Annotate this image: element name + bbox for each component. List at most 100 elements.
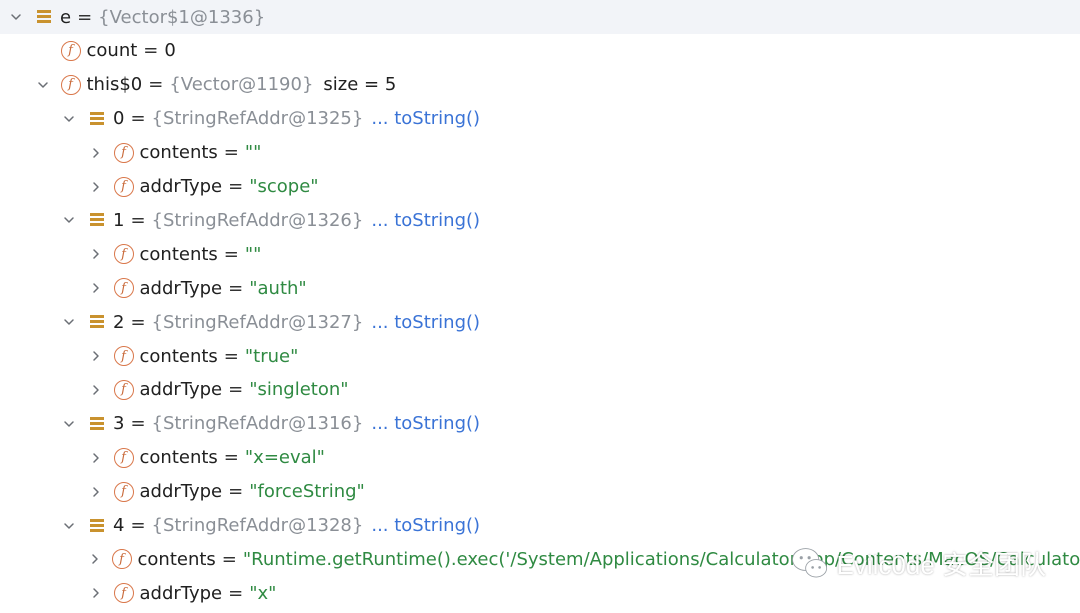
- tree-row[interactable]: 1 = {StringRefAddr@1326} ... toString(): [0, 203, 1080, 237]
- chevron-right-icon[interactable]: [88, 382, 104, 398]
- tostring-link[interactable]: ... toString(): [371, 413, 480, 434]
- equals-sign: =: [228, 582, 244, 604]
- chevron-right-icon[interactable]: [88, 246, 104, 262]
- tostring-link[interactable]: ... toString(): [371, 515, 480, 536]
- equals-sign: =: [223, 447, 239, 469]
- variable-value: "scope": [249, 176, 319, 197]
- variable-name: addrType: [139, 379, 223, 401]
- chevron-down-icon[interactable]: [61, 518, 77, 534]
- field-icon: f: [60, 74, 81, 95]
- variable-value: 0: [164, 40, 176, 62]
- tree-row[interactable]: f addrType = "auth": [0, 271, 1080, 305]
- chevron-right-icon[interactable]: [88, 179, 104, 195]
- chevron-down-icon[interactable]: [35, 77, 51, 93]
- array-icon: [87, 516, 107, 536]
- array-icon: [87, 210, 107, 230]
- variable-name: addrType: [139, 277, 223, 299]
- tree-row[interactable]: f contents = "true": [0, 339, 1080, 373]
- tree-row[interactable]: 2 = {StringRefAddr@1327} ... toString(): [0, 305, 1080, 339]
- chevron-right-icon[interactable]: [88, 484, 104, 500]
- array-icon: [87, 312, 107, 332]
- variable-value: "x": [249, 582, 277, 604]
- chevron-down-icon[interactable]: [61, 212, 77, 228]
- tree-row[interactable]: e = {Vector$1@1336}: [0, 0, 1080, 34]
- chevron-down-icon[interactable]: [8, 9, 24, 25]
- field-icon: f: [113, 142, 134, 163]
- tree-row[interactable]: f this$0 = {Vector@1190} size = 5: [0, 68, 1080, 102]
- tree-row[interactable]: f addrType = "singleton": [0, 373, 1080, 407]
- tree-row[interactable]: f contents = "": [0, 136, 1080, 170]
- chevron-right-icon[interactable]: [88, 280, 104, 296]
- tostring-link[interactable]: ... toString(): [371, 210, 480, 231]
- chevron-down-icon[interactable]: [61, 314, 77, 330]
- variable-name: 2: [113, 311, 125, 333]
- watermark: Evilc0de 安全团队: [789, 542, 1047, 584]
- variable-name: 4: [113, 515, 125, 536]
- variable-name: addrType: [139, 481, 223, 503]
- chevron-down-icon[interactable]: [61, 416, 77, 432]
- tree-row[interactable]: f contents = "": [0, 237, 1080, 271]
- chevron-down-icon[interactable]: [61, 111, 77, 127]
- collection-size: size = 5: [323, 74, 397, 96]
- object-reference: {StringRefAddr@1328}: [151, 515, 364, 536]
- variable-value: "": [244, 142, 262, 164]
- field-icon: f: [113, 176, 134, 197]
- field-icon: f: [113, 244, 134, 265]
- equals-sign: =: [130, 108, 146, 130]
- equals-sign: =: [228, 481, 244, 503]
- variable-name: addrType: [139, 176, 223, 197]
- tree-row[interactable]: f addrType = "forceString": [0, 475, 1080, 509]
- object-reference: {StringRefAddr@1326}: [151, 209, 364, 231]
- tree-row[interactable]: f count = 0: [0, 34, 1080, 68]
- tree-row[interactable]: 4 = {StringRefAddr@1328} ... toString(): [0, 509, 1080, 543]
- watermark-text: Evilc0de 安全团队: [836, 549, 1047, 580]
- equals-sign: =: [228, 176, 244, 197]
- variable-name: 0: [113, 108, 125, 130]
- variable-name: addrType: [139, 582, 223, 604]
- tree-row[interactable]: 3 = {StringRefAddr@1316} ... toString(): [0, 407, 1080, 441]
- chevron-right-icon[interactable]: [88, 145, 104, 161]
- array-icon: [34, 7, 54, 27]
- variable-value: "true": [244, 345, 299, 367]
- variable-name: contents: [139, 243, 218, 265]
- equals-sign: =: [130, 311, 146, 333]
- field-icon: f: [113, 346, 134, 366]
- object-reference: {StringRefAddr@1316}: [151, 413, 364, 435]
- variable-name: 3: [113, 413, 125, 435]
- equals-sign: =: [130, 515, 146, 536]
- equals-sign: =: [228, 379, 244, 401]
- field-icon: f: [113, 481, 134, 502]
- chevron-right-icon[interactable]: [88, 450, 104, 466]
- chevron-right-icon[interactable]: [88, 585, 104, 601]
- equals-sign: =: [130, 209, 146, 231]
- tostring-link[interactable]: ... toString(): [371, 312, 480, 333]
- object-reference: {Vector@1190}: [169, 74, 314, 96]
- equals-sign: =: [143, 40, 159, 62]
- variable-name: this$0: [86, 74, 143, 96]
- variable-name: contents: [139, 345, 218, 367]
- variable-name: contents: [139, 447, 218, 469]
- equals-sign: =: [223, 243, 239, 265]
- equals-sign: =: [221, 548, 237, 570]
- array-icon: [87, 414, 107, 434]
- equals-sign: =: [228, 277, 244, 299]
- chevron-right-icon[interactable]: [88, 551, 102, 567]
- object-reference: {StringRefAddr@1327}: [151, 311, 364, 333]
- field-icon: f: [113, 379, 134, 400]
- object-reference: {Vector$1@1336}: [98, 6, 266, 28]
- variable-name: e: [60, 6, 72, 28]
- tree-row[interactable]: f addrType = "scope": [0, 170, 1080, 204]
- equals-sign: =: [130, 413, 146, 435]
- equals-sign: =: [77, 6, 93, 28]
- equals-sign: =: [223, 142, 239, 164]
- variable-name: contents: [137, 548, 216, 570]
- chevron-right-icon[interactable]: [88, 348, 104, 364]
- field-icon: f: [113, 278, 134, 299]
- field-icon: f: [113, 583, 134, 604]
- tostring-link[interactable]: ... toString(): [371, 108, 480, 129]
- field-icon: f: [113, 447, 134, 468]
- tree-row[interactable]: f contents = "x=eval": [0, 441, 1080, 475]
- field-icon: f: [111, 549, 132, 570]
- tree-row[interactable]: 0 = {StringRefAddr@1325} ... toString(): [0, 102, 1080, 136]
- array-icon: [87, 109, 107, 129]
